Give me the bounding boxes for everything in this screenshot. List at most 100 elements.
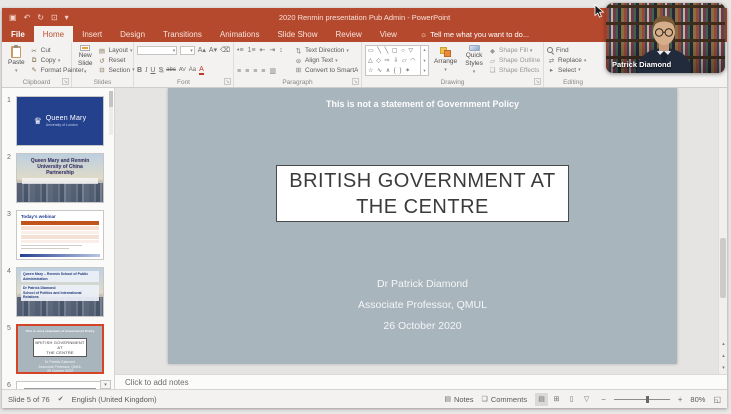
slide-sorter-view-button[interactable]: ⊞ bbox=[550, 393, 563, 406]
start-slideshow-icon[interactable]: ⊡ bbox=[51, 13, 58, 22]
font-color-button[interactable]: A bbox=[199, 66, 204, 75]
language-indicator[interactable]: English (United Kingdom) bbox=[72, 395, 157, 404]
layout-button[interactable]: ▤Layout▾ bbox=[97, 46, 134, 56]
italic-button[interactable]: I bbox=[145, 66, 147, 75]
shapes-gallery-scroll[interactable]: ▴ ▾ ▾ bbox=[421, 45, 429, 76]
undo-icon[interactable]: ↶ bbox=[24, 13, 31, 22]
align-text-button[interactable]: ⊜Align Text▾ bbox=[294, 56, 358, 66]
fit-to-window-button[interactable]: ◱ bbox=[713, 395, 721, 404]
tab-review[interactable]: Review bbox=[326, 26, 370, 42]
vertical-scrollbar[interactable]: ▴ ▴ ▾ bbox=[718, 88, 727, 374]
clear-formatting-button[interactable]: ⌫ bbox=[220, 46, 230, 55]
normal-view-button[interactable]: ▤ bbox=[535, 393, 548, 406]
notes-toggle[interactable]: ▤Notes bbox=[444, 395, 473, 404]
next-slide-button[interactable]: ▾ bbox=[719, 363, 728, 374]
tab-transitions[interactable]: Transitions bbox=[154, 26, 211, 42]
shapes-gallery[interactable]: ▭ ╲ ╲ ▢ ○ ▽ △ ◇ ⇨ ⇩ ▱ ◠ ☆ ∿ ∧ { } ✶ bbox=[365, 45, 421, 76]
decrease-indent-button[interactable]: ⇤ bbox=[260, 46, 266, 54]
align-center-button[interactable]: ≡ bbox=[245, 68, 249, 75]
thumbnail-slide-2[interactable]: 2 Queen Mary and Renmin University of Ch… bbox=[2, 153, 108, 203]
select-button[interactable]: ▸Select▾ bbox=[547, 65, 586, 75]
slides-group-label: Slides bbox=[72, 79, 133, 86]
find-button[interactable]: Find bbox=[547, 46, 586, 56]
save-icon[interactable]: ▣ bbox=[9, 13, 17, 22]
shape-outline-button[interactable]: ▱Shape Outline▾ bbox=[488, 56, 540, 66]
scrollbar-thumb[interactable] bbox=[720, 238, 726, 298]
arrange-button[interactable]: Arrange ▾ bbox=[431, 45, 460, 76]
justify-button[interactable]: ≡ bbox=[261, 68, 265, 75]
thumbnail-image: ♛ Queen Mary University of London bbox=[16, 96, 104, 146]
zoom-slider[interactable] bbox=[614, 399, 670, 400]
shape-fill-button[interactable]: ◆Shape Fill▾ bbox=[488, 46, 540, 56]
zoom-in-button[interactable]: + bbox=[678, 395, 683, 404]
zoom-level[interactable]: 80% bbox=[690, 395, 705, 404]
new-slide-button[interactable]: New Slide ▾ bbox=[75, 45, 95, 76]
character-spacing-button[interactable]: AV bbox=[179, 66, 186, 75]
slideshow-view-button[interactable]: ▽ bbox=[580, 393, 593, 406]
slide-canvas[interactable]: This is not a statement of Government Po… bbox=[168, 88, 677, 364]
zoom-slider-handle[interactable] bbox=[646, 396, 649, 403]
text-shadow-button[interactable]: S bbox=[158, 66, 163, 75]
clipboard-dialog-launcher[interactable]: ↘ bbox=[62, 78, 69, 85]
previous-slide-button[interactable]: ▴ bbox=[719, 351, 728, 362]
status-bar: Slide 5 of 76 ✔ English (United Kingdom)… bbox=[2, 389, 727, 408]
redo-icon[interactable]: ↻ bbox=[37, 13, 44, 22]
strikethrough-button[interactable]: abc bbox=[166, 66, 176, 75]
quick-styles-button[interactable]: Quick Styles ▾ bbox=[462, 45, 486, 76]
slide-disclaimer-text[interactable]: This is not a statement of Government Po… bbox=[168, 99, 677, 109]
zoom-out-button[interactable]: − bbox=[601, 395, 606, 404]
change-case-button[interactable]: Aa bbox=[189, 66, 196, 75]
align-right-button[interactable]: ≡ bbox=[253, 68, 257, 75]
font-name-combo[interactable]: ▾ bbox=[137, 46, 177, 55]
reset-button[interactable]: ↺Reset bbox=[97, 56, 134, 66]
proofing-icon[interactable]: ✔ bbox=[58, 395, 64, 403]
font-dialog-launcher[interactable]: ↘ bbox=[224, 78, 231, 85]
tab-slideshow[interactable]: Slide Show bbox=[268, 26, 326, 42]
notes-pane[interactable]: Click to add notes bbox=[115, 374, 727, 389]
thumbnail-slide-4[interactable]: 4 Queen Mary – Renmin School of Public A… bbox=[2, 267, 108, 317]
increase-indent-button[interactable]: ⇥ bbox=[269, 46, 275, 54]
line-spacing-button[interactable]: ↕ bbox=[279, 47, 283, 54]
shape-effects-button[interactable]: ❏Shape Effects▾ bbox=[488, 65, 540, 75]
align-left-button[interactable]: ≡ bbox=[237, 68, 241, 75]
reading-view-button[interactable]: ▯ bbox=[565, 393, 578, 406]
tab-animations[interactable]: Animations bbox=[211, 26, 269, 42]
underline-button[interactable]: U bbox=[150, 66, 155, 75]
grow-font-button[interactable]: A▴ bbox=[198, 46, 206, 55]
tab-view[interactable]: View bbox=[371, 26, 406, 42]
scroll-up-button[interactable]: ▴ bbox=[719, 339, 728, 350]
font-size-combo[interactable]: ▾ bbox=[180, 46, 194, 55]
thumbnail-scroll-down-button[interactable]: ▾ bbox=[100, 380, 111, 389]
customize-qat-icon[interactable]: ▾ bbox=[65, 13, 69, 22]
layout-label: Layout bbox=[108, 47, 128, 54]
tab-insert[interactable]: Insert bbox=[73, 26, 111, 42]
section-button[interactable]: ⊟Section▾ bbox=[97, 65, 134, 75]
drawing-dialog-launcher[interactable]: ↘ bbox=[534, 78, 541, 85]
shrink-font-button[interactable]: A▾ bbox=[209, 46, 217, 55]
editing-group-label: Editing bbox=[544, 79, 602, 86]
convert-smartart-button[interactable]: ⊞Convert to SmartArt bbox=[294, 65, 358, 75]
thumbnail-slide-6[interactable]: 6 BACKGROUND AND CONTEXT bbox=[2, 381, 108, 389]
tab-design[interactable]: Design bbox=[111, 26, 154, 42]
columns-button[interactable]: ▥ bbox=[269, 67, 276, 75]
paste-button[interactable]: Paste ▾ bbox=[5, 45, 28, 76]
arrange-dropdown-icon: ▾ bbox=[444, 66, 447, 74]
tab-home[interactable]: Home bbox=[34, 26, 73, 42]
slide-subtitle-box[interactable]: Dr Patrick Diamond Associate Professor, … bbox=[168, 274, 677, 337]
numbering-button[interactable]: 1≡ bbox=[248, 47, 256, 54]
slide-title-box[interactable]: BRITISH GOVERNMENT AT THE CENTRE bbox=[276, 165, 569, 222]
select-icon: ▸ bbox=[547, 66, 556, 74]
thumbnail-scrollbar[interactable] bbox=[109, 91, 113, 135]
bullets-button[interactable]: •≡ bbox=[237, 47, 244, 54]
tab-file[interactable]: File bbox=[2, 26, 34, 42]
replace-button[interactable]: ⇄Replace▾ bbox=[547, 56, 586, 66]
thumbnail-slide-1[interactable]: 1 ♛ Queen Mary University of London bbox=[2, 96, 108, 146]
shapes-more-icon: ▾ bbox=[423, 68, 425, 74]
thumbnail-slide-5-selected[interactable]: 5 This is not a statement of Government … bbox=[2, 324, 108, 374]
comments-toggle[interactable]: ❏Comments bbox=[482, 395, 528, 404]
bold-button[interactable]: B bbox=[137, 66, 142, 75]
paragraph-dialog-launcher[interactable]: ↘ bbox=[352, 78, 359, 85]
text-direction-button[interactable]: ⇅Text Direction▾ bbox=[294, 46, 358, 56]
tell-me-box[interactable]: ☼ Tell me what you want to do... bbox=[412, 26, 537, 42]
thumbnail-slide-3[interactable]: 3 Today's webinar bbox=[2, 210, 108, 260]
